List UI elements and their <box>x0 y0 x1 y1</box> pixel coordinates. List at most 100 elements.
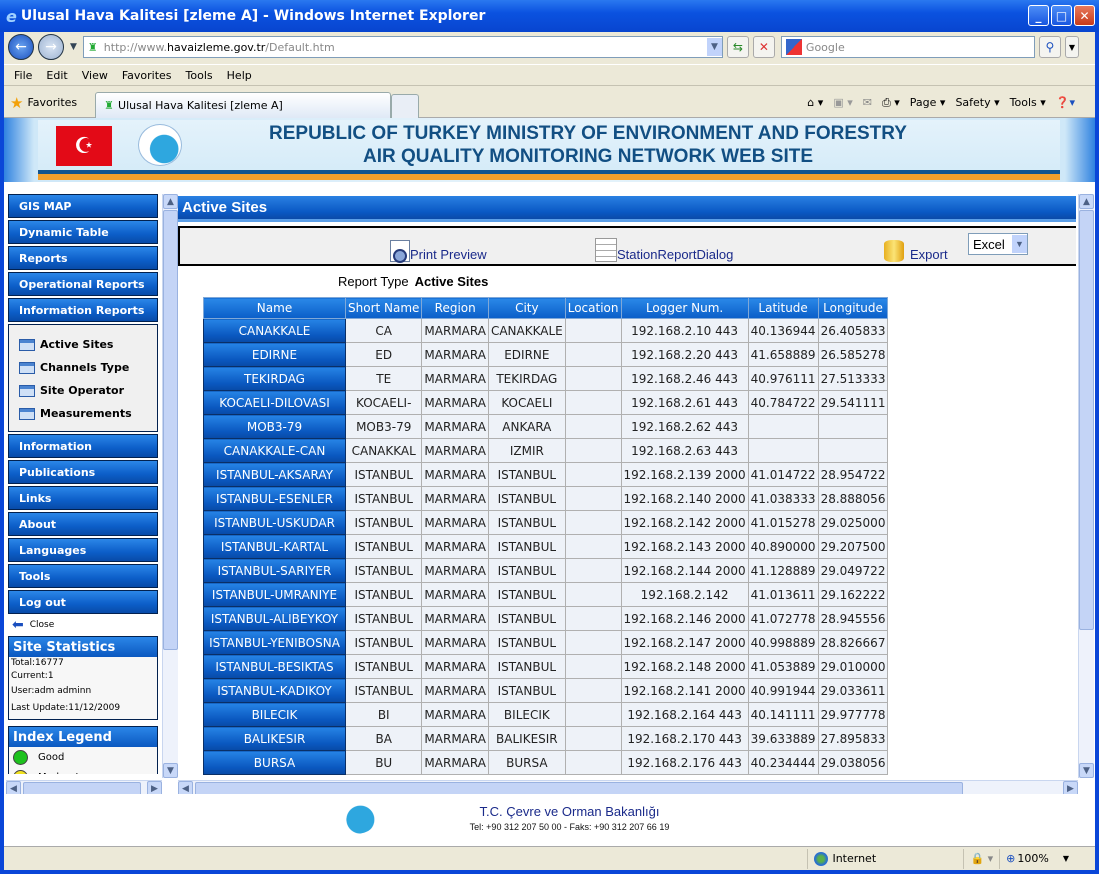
site-name-cell[interactable]: ISTANBUL-UMRANIYE <box>203 582 346 607</box>
page-menu[interactable]: Page ▾ <box>910 96 946 109</box>
sidebar-item-publications[interactable]: Publications <box>8 460 158 484</box>
menu-help[interactable]: Help <box>227 69 252 82</box>
left-pane: GIS MAP Dynamic Table Reports Operationa… <box>6 194 178 797</box>
export-label: Export <box>910 247 948 262</box>
sidebar-vertical-scrollbar[interactable]: ▲ ▼ <box>162 194 178 778</box>
sidebar-item-log-out[interactable]: Log out <box>8 590 158 614</box>
scroll-thumb[interactable] <box>1079 210 1094 630</box>
main-content: Active Sites Print Preview StationReport… <box>178 194 1076 778</box>
back-button[interactable]: ← <box>8 34 34 60</box>
new-tab-button[interactable] <box>391 93 420 118</box>
sidebar-item-reports[interactable]: Reports <box>8 246 158 270</box>
table-cell: ISTANBUL <box>344 534 423 559</box>
print-preview-label: Print Preview <box>410 247 487 262</box>
site-statistics-panel: Site Statistics Total:16777 Current:1 Us… <box>8 636 158 720</box>
home-icon[interactable]: ⌂ ▾ <box>807 96 823 109</box>
refresh-button[interactable]: ⇆ <box>726 36 749 58</box>
site-name-cell[interactable]: ISTANBUL-YENIBOSNA <box>203 630 346 655</box>
recent-pages-dropdown[interactable]: ▼ <box>70 42 77 52</box>
table-cell: MARMARA <box>421 750 489 775</box>
sidebar-item-information-reports[interactable]: Information Reports <box>8 298 158 322</box>
favorites-button[interactable]: Favorites <box>27 96 77 109</box>
site-name-cell[interactable]: BURSA <box>203 750 346 775</box>
table-cell: ISTANBUL <box>344 486 423 511</box>
search-input[interactable]: Google <box>780 36 1035 58</box>
content-vertical-scrollbar[interactable]: ▲ ▼ <box>1078 194 1094 778</box>
table-cell: 29.977778 <box>817 702 889 727</box>
table-cell: 40.234444 <box>747 750 819 775</box>
menu-tools[interactable]: Tools <box>186 69 213 82</box>
site-name-cell[interactable]: BILECIK <box>203 702 346 727</box>
sidebar-item-languages[interactable]: Languages <box>8 538 158 562</box>
site-name-cell[interactable]: ISTANBUL-BESIKTAS <box>203 654 346 679</box>
site-name-cell[interactable]: ISTANBUL-ALIBEYKOY <box>203 606 346 631</box>
table-cell: 26.405833 <box>817 318 889 343</box>
search-button[interactable]: ⚲ <box>1038 36 1061 58</box>
scroll-up-arrow[interactable]: ▲ <box>163 194 178 209</box>
zoom-dropdown[interactable]: ▼ <box>1063 854 1069 863</box>
subitem-measurements[interactable]: Measurements <box>19 402 157 425</box>
site-name-cell[interactable]: KOCAELI-DILOVASI <box>203 390 346 415</box>
maximize-button[interactable]: □ <box>1051 5 1072 26</box>
subitem-site-operator[interactable]: Site Operator <box>19 379 157 402</box>
menu-view[interactable]: View <box>82 69 108 82</box>
sidebar-item-links[interactable]: Links <box>8 486 158 510</box>
mail-icon[interactable]: ✉ <box>863 96 872 109</box>
sidebar-item-operational-reports[interactable]: Operational Reports <box>8 272 158 296</box>
menu-favorites[interactable]: Favorites <box>122 69 172 82</box>
sidebar-item-about[interactable]: About <box>8 512 158 536</box>
export-button[interactable]: Export <box>884 232 948 262</box>
table-cell <box>564 414 622 439</box>
protected-mode-button[interactable]: 🔒 ▾ <box>963 848 999 869</box>
minimize-button[interactable]: _ <box>1028 5 1049 26</box>
close-sidebar-link[interactable]: ⬅ Close <box>8 616 160 634</box>
help-icon[interactable]: ❓▾ <box>1056 96 1075 109</box>
print-preview-button[interactable]: Print Preview <box>390 232 487 263</box>
table-row: ISTANBUL-KADIKOY ISTANBUL MARMARA ISTANBUL 1… <box>203 678 889 703</box>
sidebar-item-gis-map[interactable]: GIS MAP <box>8 194 158 218</box>
site-name-cell[interactable]: ISTANBUL-AKSARAY <box>203 462 346 487</box>
feeds-icon[interactable]: ▣ ▾ <box>833 96 852 109</box>
menu-file[interactable]: File <box>14 69 32 82</box>
address-bar[interactable]: ♜ http://www. havaizleme.gov.tr/Default.h… <box>82 36 723 58</box>
export-format-select[interactable]: Excel ▼ <box>968 233 1028 255</box>
site-name-cell[interactable]: EDIRNE <box>203 342 346 367</box>
scroll-thumb[interactable] <box>163 210 178 650</box>
menu-edit[interactable]: Edit <box>46 69 67 82</box>
sidebar-item-information[interactable]: Information <box>8 434 158 458</box>
table-row: BILECIK BI MARMARA BILECIK 192.168.2.164 443… <box>203 702 889 727</box>
zoom-control[interactable]: ⊕ 100% ▼ <box>999 848 1075 869</box>
forward-button[interactable]: → <box>38 34 64 60</box>
subitem-active-sites[interactable]: Active Sites <box>19 333 157 356</box>
site-name-cell[interactable]: TEKIRDAG <box>203 366 346 391</box>
subitem-channels-type[interactable]: Channels Type <box>19 356 157 379</box>
column-header: Short Name <box>344 297 423 319</box>
site-name-cell[interactable]: CANAKKALE <box>203 318 346 343</box>
station-report-button[interactable]: StationReportDialog <box>595 232 733 262</box>
close-button[interactable]: ✕ <box>1074 5 1095 26</box>
site-name-cell[interactable]: MOB3-79 <box>203 414 346 439</box>
address-dropdown[interactable]: ▼ <box>706 38 722 56</box>
browser-tab[interactable]: ♜ Ulusal Hava Kalitesi [zleme A] <box>95 91 392 118</box>
scroll-down-arrow[interactable]: ▼ <box>163 763 178 778</box>
scroll-down-arrow[interactable]: ▼ <box>1079 763 1094 778</box>
print-icon[interactable]: ⎙ ▾ <box>882 96 900 110</box>
footer-contact: Tel: +90 312 207 50 00 - Faks: +90 312 2… <box>469 822 670 832</box>
site-name-cell[interactable]: ISTANBUL-SARIYER <box>203 558 346 583</box>
stop-button[interactable]: ✕ <box>752 36 775 58</box>
green-dot-icon <box>13 749 28 765</box>
site-name-cell[interactable]: ISTANBUL-KARTAL <box>203 534 346 559</box>
sidebar-item-tools[interactable]: Tools <box>8 564 158 588</box>
sidebar-item-dynamic-table[interactable]: Dynamic Table <box>8 220 158 244</box>
site-name-cell[interactable]: ISTANBUL-USKUDAR <box>203 510 346 535</box>
table-cell: MARMARA <box>421 318 489 343</box>
site-name-cell[interactable]: BALIKESIR <box>203 726 346 751</box>
search-options-dropdown[interactable]: ▼ <box>1064 36 1079 58</box>
site-name-cell[interactable]: ISTANBUL-ESENLER <box>203 486 346 511</box>
tools-menu[interactable]: Tools ▾ <box>1010 96 1046 109</box>
site-name-cell[interactable]: ISTANBUL-KADIKOY <box>203 678 346 703</box>
database-export-icon <box>884 240 904 262</box>
site-name-cell[interactable]: CANAKKALE-CAN <box>203 438 346 463</box>
safety-menu[interactable]: Safety ▾ <box>955 96 999 109</box>
scroll-up-arrow[interactable]: ▲ <box>1079 194 1094 209</box>
